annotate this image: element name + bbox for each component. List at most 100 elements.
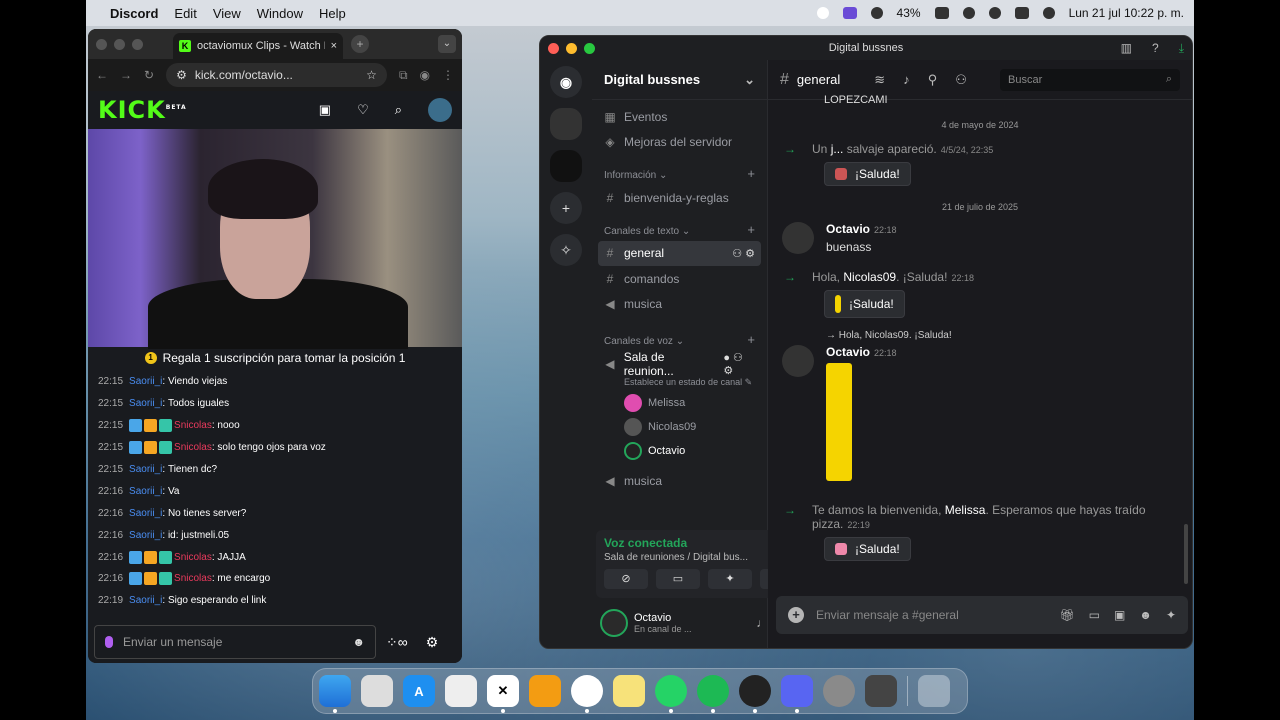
sticker-image[interactable]: [826, 363, 852, 481]
user-name[interactable]: Octavio: [634, 612, 692, 624]
avatar[interactable]: [428, 98, 452, 122]
chat-username[interactable]: Saorii_i: [129, 486, 162, 497]
chat-username[interactable]: Saorii_i: [129, 376, 162, 387]
channel-settings-icon[interactable]: ⚇ ⚙: [732, 247, 755, 260]
kicks-icon[interactable]: ⁘∞: [386, 634, 408, 651]
extensions-icon[interactable]: ⧉: [399, 68, 408, 83]
message-author[interactable]: Octavio: [826, 345, 870, 359]
avatar[interactable]: [600, 609, 628, 637]
menu-window[interactable]: Window: [257, 6, 303, 21]
threads-icon[interactable]: ≋: [874, 72, 885, 88]
emoji-icon[interactable]: ☻: [352, 635, 365, 649]
bookmark-star-icon[interactable]: ☆: [366, 68, 377, 82]
wave-button[interactable]: ¡Saluda!: [824, 162, 911, 186]
control-center-icon[interactable]: [1014, 7, 1029, 19]
voice-connected-title[interactable]: Voz conectada: [604, 536, 687, 550]
activities-icon[interactable]: ✦: [708, 569, 752, 589]
search-input[interactable]: Buscar ⌕: [1000, 68, 1180, 91]
dock-spotify-icon[interactable]: [697, 675, 729, 713]
kick-logo[interactable]: KICKBETA: [98, 96, 187, 124]
gift-sub-banner[interactable]: 1 Regala 1 suscripción para tomar la pos…: [88, 347, 462, 369]
back-icon[interactable]: ←: [96, 68, 108, 82]
dock-settings-icon[interactable]: [823, 675, 855, 707]
apps-icon[interactable]: ✦: [1166, 608, 1176, 622]
menu-help[interactable]: Help: [319, 6, 346, 21]
zoom-button[interactable]: [132, 38, 143, 50]
minimize-button[interactable]: [114, 38, 125, 50]
stream-video[interactable]: [88, 129, 462, 349]
dock-notes-icon[interactable]: [613, 675, 645, 707]
chat-username[interactable]: Saorii_i: [129, 595, 162, 606]
add-channel-icon[interactable]: +: [747, 332, 755, 347]
chat-username[interactable]: Saorii_i: [129, 530, 162, 541]
sticker-icon[interactable]: ▣: [1114, 608, 1125, 622]
dock-pencil-icon[interactable]: [445, 675, 477, 707]
voice-user[interactable]: Nicolas09: [592, 415, 767, 439]
add-attachment-icon[interactable]: +: [788, 607, 804, 623]
wifi-icon[interactable]: [962, 7, 975, 19]
channel-general[interactable]: # general ⚇ ⚙: [598, 240, 761, 266]
explore-icon[interactable]: ✧: [550, 234, 582, 266]
siri-icon[interactable]: [1042, 7, 1055, 19]
avatar[interactable]: [782, 345, 814, 377]
wave-button[interactable]: ¡Saluda!: [824, 290, 905, 318]
new-tab-button[interactable]: +: [351, 35, 369, 53]
category-voz[interactable]: Canales de voz ⌄ +: [592, 317, 767, 351]
voice-user[interactable]: Octavio: [592, 439, 767, 463]
dock-launchpad-icon[interactable]: [361, 675, 393, 707]
emoji-icon[interactable]: ☻: [1139, 608, 1152, 622]
sidebar-item-mejoras[interactable]: ◈ Mejoras del servidor: [592, 130, 767, 156]
battery-icon[interactable]: [934, 7, 949, 19]
dock-app-store-icon[interactable]: A: [403, 675, 435, 707]
dock-finder-icon[interactable]: [319, 675, 351, 713]
heart-icon[interactable]: ♡: [357, 102, 369, 118]
voice-channel-actions-icon[interactable]: ● ⚇ ⚙: [723, 351, 755, 377]
server-header[interactable]: Digital bussnes ⌄: [592, 60, 767, 100]
dock-discord-icon[interactable]: [781, 675, 813, 713]
chat-input[interactable]: Enviar un mensaje ☻: [94, 625, 376, 659]
wave-button[interactable]: ¡Saluda!: [824, 537, 911, 561]
dock-calculator-icon[interactable]: [865, 675, 897, 707]
mic-icon[interactable]: ♩: [756, 616, 768, 630]
profile-icon[interactable]: ◉: [420, 68, 430, 82]
tab-search-icon[interactable]: ⌄: [438, 35, 456, 53]
reload-icon[interactable]: ↻: [144, 68, 154, 82]
more-icon[interactable]: ⋮: [442, 68, 454, 82]
bell-icon[interactable]: ♪: [903, 72, 910, 88]
category-informacion[interactable]: Información ⌄ +: [592, 155, 767, 185]
site-info-icon[interactable]: ⚙: [176, 68, 187, 82]
reply-reference[interactable]: → Hola, Nicolas09. ¡Saluda!: [826, 330, 1178, 341]
channel-bienvenida[interactable]: # bienvenida-y-reglas: [592, 185, 767, 211]
menu-view[interactable]: View: [213, 6, 241, 21]
message-author[interactable]: Octavio: [826, 222, 870, 236]
pin-icon[interactable]: ⚲: [928, 72, 938, 88]
gift-icon[interactable]: 🎁︎: [1059, 608, 1074, 622]
record-icon[interactable]: [816, 7, 829, 19]
dock-capcut-icon[interactable]: ✕: [487, 675, 519, 713]
address-bar[interactable]: ⚙ kick.com/octavio... ☆: [166, 63, 387, 87]
voice-user[interactable]: Melissa: [592, 391, 767, 415]
avatar[interactable]: [782, 222, 814, 254]
close-button[interactable]: [96, 38, 107, 50]
server-icon-2[interactable]: [550, 150, 582, 182]
inventory-icon[interactable]: ▣: [319, 102, 331, 118]
add-server-icon[interactable]: +: [550, 192, 582, 224]
message-composer[interactable]: + Enviar mensaje a #general 🎁︎ ▭ ▣ ☻ ✦: [776, 596, 1188, 634]
dock-trash-icon[interactable]: [918, 675, 950, 707]
dock-whatsapp-icon[interactable]: [655, 675, 687, 713]
screen-share-icon[interactable]: [842, 7, 857, 19]
members-icon[interactable]: ⚇: [955, 72, 967, 88]
discord-home-icon[interactable]: ◉: [550, 66, 582, 98]
dock-pages-icon[interactable]: [529, 675, 561, 707]
chat-username[interactable]: Saorii_i: [129, 508, 162, 519]
clock[interactable]: Lun 21 jul 10:22 p. m.: [1069, 6, 1184, 20]
add-channel-icon[interactable]: +: [747, 166, 755, 181]
chat-username[interactable]: Saorii_i: [129, 398, 162, 409]
camera-off-icon[interactable]: ⊘: [604, 569, 648, 589]
scrollbar[interactable]: [1184, 524, 1188, 584]
channel-musica-text[interactable]: ◀ musica: [592, 292, 767, 318]
voice-status-hint[interactable]: Establece un estado de canal ✎: [592, 377, 767, 391]
forward-icon[interactable]: →: [120, 68, 132, 82]
chat-username[interactable]: Snicolas: [174, 573, 212, 584]
tab-close-icon[interactable]: ×: [331, 40, 337, 52]
